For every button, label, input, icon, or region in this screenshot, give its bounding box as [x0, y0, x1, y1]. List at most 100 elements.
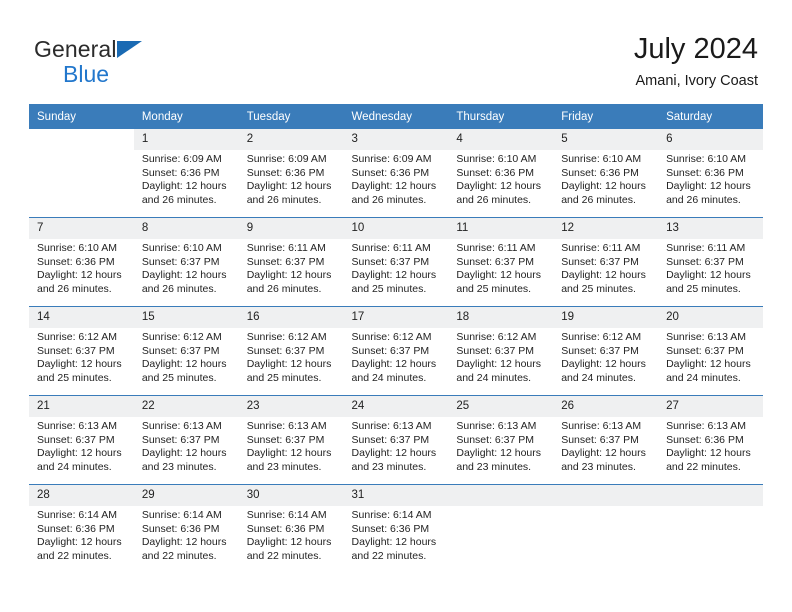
daylight-text-line1: Daylight: 12 hours: [37, 447, 122, 459]
weekday-header-monday: Monday: [133, 104, 239, 129]
sunset-text: Sunset: 6:36 PM: [561, 166, 639, 179]
day-cell-inner: 26 Sunrise: 6:13 AM Sunset: 6:37 PM Dayligh…: [553, 396, 659, 484]
calendar-day-cell[interactable]: 26 Sunrise: 6:13 AM Sunset: 6:37 PM Dayligh…: [553, 395, 659, 485]
calendar-week-row: 7 Sunrise: 6:10 AM Sunset: 6:36 PM Daylight…: [29, 217, 763, 307]
calendar-body: 1 Sunrise: 6:09 AM Sunset: 6:36 PM Daylight…: [29, 129, 763, 573]
calendar-day-cell[interactable]: 4 Sunrise: 6:10 AM Sunset: 6:36 PM Daylight…: [448, 129, 554, 218]
calendar-day-cell[interactable]: 28 Sunrise: 6:14 AM Sunset: 6:36 PM Dayligh…: [29, 484, 134, 573]
sunset-text: Sunset: 6:37 PM: [561, 255, 639, 268]
calendar-day-cell[interactable]: 12 Sunrise: 6:11 AM Sunset: 6:37 PM Dayligh…: [553, 217, 659, 307]
calendar-week-row: 1 Sunrise: 6:09 AM Sunset: 6:36 PM Daylight…: [29, 129, 763, 218]
daylight-text-line2: and 22 minutes.: [246, 549, 322, 562]
day-number: 20: [658, 307, 763, 328]
calendar-day-cell[interactable]: [658, 484, 763, 573]
day-cell-inner: 31 Sunrise: 6:14 AM Sunset: 6:36 PM Dayligh…: [343, 485, 449, 573]
daylight-text-line1: Daylight: 12 hours: [666, 180, 751, 192]
calendar-day-cell[interactable]: 14 Sunrise: 6:12 AM Sunset: 6:37 PM Dayligh…: [29, 306, 134, 396]
calendar-day-cell[interactable]: 15 Sunrise: 6:12 AM Sunset: 6:37 PM Dayligh…: [133, 306, 239, 396]
day-cell-inner: 30 Sunrise: 6:14 AM Sunset: 6:36 PM Dayligh…: [238, 485, 344, 573]
sunrise-text: Sunrise: 6:14 AM: [37, 509, 117, 521]
sunrise-text: Sunrise: 6:14 AM: [141, 509, 222, 521]
sunset-text: Sunset: 6:36 PM: [37, 255, 115, 268]
daylight-text-line2: and 25 minutes.: [666, 282, 741, 295]
day-sun-info: Sunrise: 6:11 AM Sunset: 6:37 PM Daylight:…: [553, 239, 658, 296]
calendar-day-cell[interactable]: 17 Sunrise: 6:12 AM Sunset: 6:37 PM Dayligh…: [343, 306, 449, 396]
calendar-day-cell[interactable]: 10 Sunrise: 6:11 AM Sunset: 6:37 PM Dayligh…: [343, 217, 449, 307]
day-number: 23: [238, 396, 344, 417]
day-number: 17: [343, 307, 449, 328]
daylight-text-line2: and 22 minutes.: [666, 460, 741, 473]
calendar-day-cell[interactable]: 20 Sunrise: 6:13 AM Sunset: 6:37 PM Dayligh…: [658, 306, 763, 396]
day-number: 28: [29, 485, 134, 506]
daylight-text-line2: and 26 minutes.: [456, 193, 532, 206]
calendar-day-cell[interactable]: [553, 484, 659, 573]
calendar-day-cell[interactable]: 30 Sunrise: 6:14 AM Sunset: 6:36 PM Dayligh…: [238, 484, 344, 573]
day-number: 24: [343, 396, 449, 417]
daylight-text-line2: and 24 minutes.: [456, 371, 532, 384]
calendar-day-cell[interactable]: 16 Sunrise: 6:12 AM Sunset: 6:37 PM Dayligh…: [238, 306, 344, 396]
calendar-day-cell[interactable]: [29, 129, 134, 218]
sunrise-text: Sunrise: 6:13 AM: [351, 420, 432, 432]
calendar-day-cell[interactable]: 18 Sunrise: 6:12 AM Sunset: 6:37 PM Dayligh…: [448, 306, 554, 396]
day-sun-info: Sunrise: 6:10 AM Sunset: 6:36 PM Daylight:…: [448, 150, 553, 207]
calendar-day-cell[interactable]: 25 Sunrise: 6:13 AM Sunset: 6:37 PM Dayligh…: [448, 395, 554, 485]
calendar-day-cell[interactable]: 19 Sunrise: 6:12 AM Sunset: 6:37 PM Dayligh…: [553, 306, 659, 396]
daylight-text-line2: and 23 minutes.: [456, 460, 532, 473]
day-cell-inner: 21 Sunrise: 6:13 AM Sunset: 6:37 PM Dayligh…: [29, 396, 134, 484]
sunset-text: Sunset: 6:37 PM: [666, 344, 744, 357]
calendar-day-cell[interactable]: 31 Sunrise: 6:14 AM Sunset: 6:36 PM Dayligh…: [343, 484, 449, 573]
calendar-day-cell[interactable]: 21 Sunrise: 6:13 AM Sunset: 6:37 PM Dayligh…: [29, 395, 134, 485]
daylight-text-line1: Daylight: 12 hours: [141, 536, 227, 548]
calendar-day-cell[interactable]: 29 Sunrise: 6:14 AM Sunset: 6:36 PM Dayligh…: [133, 484, 239, 573]
day-sun-info: Sunrise: 6:11 AM Sunset: 6:37 PM Daylight:…: [658, 239, 763, 296]
calendar-day-cell[interactable]: [448, 484, 554, 573]
calendar-day-cell[interactable]: 7 Sunrise: 6:10 AM Sunset: 6:36 PM Daylight…: [29, 217, 134, 307]
calendar-day-cell[interactable]: 27 Sunrise: 6:13 AM Sunset: 6:36 PM Dayligh…: [658, 395, 763, 485]
sunset-text: Sunset: 6:37 PM: [456, 255, 535, 268]
day-sun-info: Sunrise: 6:10 AM Sunset: 6:36 PM Daylight:…: [29, 239, 134, 296]
calendar-day-cell[interactable]: 2 Sunrise: 6:09 AM Sunset: 6:36 PM Daylight…: [238, 129, 344, 218]
day-number: 14: [29, 307, 134, 328]
daylight-text-line2: and 24 minutes.: [561, 371, 636, 384]
calendar-day-cell[interactable]: 13 Sunrise: 6:11 AM Sunset: 6:37 PM Dayligh…: [658, 217, 763, 307]
daylight-text-line1: Daylight: 12 hours: [666, 269, 751, 281]
day-sun-info: Sunrise: 6:14 AM Sunset: 6:36 PM Daylight:…: [344, 506, 449, 563]
sunset-text: Sunset: 6:37 PM: [141, 433, 220, 446]
day-cell-inner: 6 Sunrise: 6:10 AM Sunset: 6:36 PM Daylight…: [658, 129, 763, 217]
daylight-text-line1: Daylight: 12 hours: [351, 269, 437, 281]
day-number: 21: [29, 396, 134, 417]
day-sun-info: Sunrise: 6:13 AM Sunset: 6:37 PM Daylight:…: [344, 417, 449, 474]
calendar-day-cell[interactable]: 22 Sunrise: 6:13 AM Sunset: 6:37 PM Dayligh…: [133, 395, 239, 485]
calendar-day-cell[interactable]: 3 Sunrise: 6:09 AM Sunset: 6:36 PM Daylight…: [343, 129, 449, 218]
day-number: 3: [343, 129, 449, 150]
daylight-text-line1: Daylight: 12 hours: [351, 536, 437, 548]
day-sun-info: Sunrise: 6:13 AM Sunset: 6:37 PM Daylight:…: [134, 417, 239, 474]
calendar-day-cell[interactable]: 6 Sunrise: 6:10 AM Sunset: 6:36 PM Daylight…: [658, 129, 763, 218]
sunrise-text: Sunrise: 6:13 AM: [246, 420, 327, 432]
calendar-day-cell[interactable]: 11 Sunrise: 6:11 AM Sunset: 6:37 PM Dayligh…: [448, 217, 554, 307]
day-sun-info: Sunrise: 6:11 AM Sunset: 6:37 PM Daylight:…: [448, 239, 553, 296]
daylight-text-line2: and 25 minutes.: [561, 282, 636, 295]
day-number: 11: [448, 218, 554, 239]
sunset-text: Sunset: 6:37 PM: [246, 433, 325, 446]
calendar-day-cell[interactable]: 9 Sunrise: 6:11 AM Sunset: 6:37 PM Daylight…: [238, 217, 344, 307]
day-number: 6: [658, 129, 763, 150]
sunrise-text: Sunrise: 6:11 AM: [561, 242, 641, 254]
calendar-day-cell[interactable]: 23 Sunrise: 6:13 AM Sunset: 6:37 PM Dayligh…: [238, 395, 344, 485]
daylight-text-line1: Daylight: 12 hours: [141, 447, 227, 459]
sunrise-text: Sunrise: 6:10 AM: [37, 242, 117, 254]
sunrise-text: Sunrise: 6:14 AM: [351, 509, 432, 521]
logo-triangle-icon: [116, 41, 142, 58]
title-block: July 2024 Amani, Ivory Coast: [634, 32, 758, 91]
daylight-text-line1: Daylight: 12 hours: [141, 180, 227, 192]
daylight-text-line2: and 22 minutes.: [351, 549, 427, 562]
calendar-day-cell[interactable]: 24 Sunrise: 6:13 AM Sunset: 6:37 PM Dayligh…: [343, 395, 449, 485]
calendar-day-cell[interactable]: 1 Sunrise: 6:09 AM Sunset: 6:36 PM Daylight…: [133, 129, 239, 218]
calendar-day-cell[interactable]: 5 Sunrise: 6:10 AM Sunset: 6:36 PM Daylight…: [553, 129, 659, 218]
daylight-text-line2: and 25 minutes.: [37, 371, 112, 384]
sunrise-text: Sunrise: 6:12 AM: [37, 331, 117, 343]
daylight-text-line2: and 24 minutes.: [666, 371, 741, 384]
sunrise-text: Sunrise: 6:11 AM: [456, 242, 536, 254]
sunrise-text: Sunrise: 6:12 AM: [561, 331, 642, 343]
calendar-day-cell[interactable]: 8 Sunrise: 6:10 AM Sunset: 6:37 PM Daylight…: [133, 217, 239, 307]
